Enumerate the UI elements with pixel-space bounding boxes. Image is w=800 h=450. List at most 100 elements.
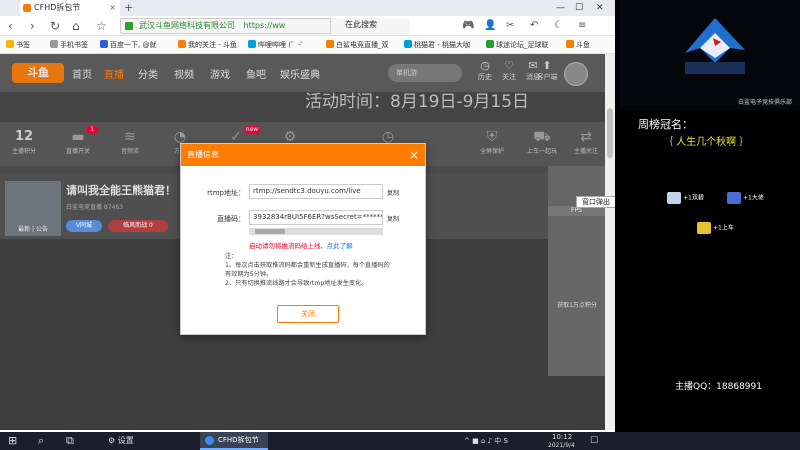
douyu-logo[interactable]: 斗鱼 — [12, 63, 64, 83]
tool-carpool[interactable]: ⛟ 上车一起玩 — [524, 128, 560, 155]
dialog-title: 直播信息 — [187, 150, 219, 159]
bookmark-item[interactable]: 桃猫君 - 桃猫大咖 — [404, 37, 470, 54]
room-thumbnail[interactable]: 最新 | 公告 — [5, 181, 61, 236]
nav-category[interactable]: 分类 — [138, 66, 158, 81]
copy-code-button[interactable]: 复制 — [387, 214, 399, 223]
team-name: 白鲨电子竞技俱乐部 — [737, 99, 792, 106]
nav-live[interactable]: 直播 — [104, 66, 124, 81]
bookmark-item[interactable]: 球迷论坛_足球联 — [486, 37, 549, 54]
popout-window-button[interactable]: 窗口弹出 — [576, 196, 615, 208]
gift-item: +1上车 — [697, 222, 734, 234]
home-button[interactable]: ⌂ — [72, 18, 80, 34]
scrollbar-thumb[interactable] — [607, 108, 613, 158]
search-icon[interactable]: ⌕ — [38, 432, 44, 450]
minimize-button[interactable]: — — [556, 0, 565, 16]
gift-item: +1双碧 — [667, 192, 704, 204]
undo-icon[interactable]: ↶ — [530, 18, 538, 34]
browser-window: CFHD拆包节 × + — ☐ ✕ ‹ › ↻ ⌂ ☆ 武汉斗鱼网络科技有限公司… — [0, 0, 615, 432]
side-promo[interactable]: 获取1万点积分 — [550, 300, 604, 309]
history-icon: ◷ — [480, 59, 490, 72]
battle-button[interactable]: 临风而战 0 — [108, 220, 168, 232]
bookmark-star-icon[interactable]: ☆ — [96, 18, 107, 34]
scissors-icon[interactable]: ✂ — [506, 18, 514, 34]
client-button[interactable]: ⬆ 客户端 — [536, 60, 558, 82]
game-icon[interactable]: 🎮 — [462, 18, 474, 34]
bookmark-item[interactable]: 哔哩哔哩 (゜-゜ — [248, 37, 307, 54]
tool-live-switch[interactable]: ▬ 直播开关 1 — [60, 126, 98, 155]
url-text: https://ww — [243, 21, 286, 30]
rtmp-label: rtmp地址： — [207, 189, 245, 197]
car-icon: ⛟ — [533, 129, 551, 145]
bookmark-item[interactable]: 书签 — [6, 37, 30, 54]
bookmark-item[interactable]: 我的关注 - 斗鱼 — [178, 37, 237, 54]
screen: CFHD拆包节 × + — ☐ ✕ ‹ › ↻ ⌂ ☆ 武汉斗鱼网络科技有限公司… — [0, 0, 800, 450]
lock-icon — [125, 22, 133, 30]
settings-taskbar-item[interactable]: ⚙ 设置 — [108, 432, 134, 450]
stream-code-field[interactable]: 3932834rBUI5F6ER?wsSecret=********** — [249, 210, 383, 225]
shark-logo-icon — [685, 18, 745, 74]
user-avatar[interactable] — [564, 62, 588, 86]
tab-active[interactable]: CFHD拆包节 × — [20, 0, 120, 16]
scrollbar-thumb[interactable] — [255, 229, 285, 234]
site-identity: 武汉斗鱼网络科技有限公司 — [139, 21, 235, 30]
night-mode-icon[interactable]: ☾ — [554, 18, 563, 34]
room-meta: 白鲨电竞直播 87463 — [66, 204, 123, 211]
forward-button[interactable]: › — [30, 18, 35, 34]
history-button[interactable]: ◷ 历史 — [474, 60, 496, 82]
start-button[interactable]: ⊞ — [8, 432, 17, 450]
dialog-notes: 注： 1、每次点击获取推流码都会重新生成直播码，每个直播码的有效期为5分钟。 2… — [225, 253, 390, 287]
search-placeholder: 在此搜索 — [345, 20, 377, 29]
warning-text: 启动请勿将推流码给上线, 点此了解 — [249, 242, 353, 250]
learn-more-link[interactable]: 点此了解 — [327, 242, 353, 250]
clock-date[interactable]: 2021/9/4 — [548, 437, 575, 450]
tab-close-icon[interactable]: × — [109, 0, 116, 16]
nav-yuba[interactable]: 鱼吧 — [246, 66, 266, 81]
follow-icon: ⇄ — [580, 129, 592, 145]
system-tray[interactable]: ^ ■ ⌂ ♪ 中 S — [464, 432, 508, 450]
nav-games[interactable]: 游戏 — [210, 66, 230, 81]
shield-icon: ⛨ — [486, 129, 498, 145]
app-icon — [205, 436, 214, 445]
page-scrollbar[interactable] — [605, 54, 615, 430]
task-view-icon[interactable]: ⧉ — [66, 432, 74, 450]
tool-follow[interactable]: ⇄ 主播关注 — [568, 128, 604, 155]
douyu-search-input[interactable]: 单机游 — [388, 64, 462, 82]
new-tab-button[interactable]: + — [124, 0, 133, 16]
tool-points[interactable]: 12 主播积分 — [6, 128, 42, 155]
bookmark-item[interactable]: 斗鱼 — [566, 37, 590, 54]
close-window-button[interactable]: ✕ — [596, 0, 604, 16]
user-icon[interactable]: 👤 — [484, 18, 496, 34]
search-input[interactable]: 在此搜索 — [330, 18, 410, 34]
nav-video[interactable]: 视频 — [174, 66, 194, 81]
tool-shield[interactable]: ⛨ 全屏保护 — [474, 128, 510, 155]
nav-gala[interactable]: 娱乐盛典 — [280, 66, 320, 81]
dialog-close-icon[interactable]: × — [409, 144, 419, 166]
maximize-button[interactable]: ☐ — [575, 0, 583, 16]
nav-home[interactable]: 首页 — [72, 66, 92, 81]
anchor-qq: 主播QQ：18868991 — [675, 382, 762, 392]
tool-audio[interactable]: ≋ 音频流 — [112, 128, 148, 155]
bookmark-item[interactable]: 百度一下, @就 — [100, 37, 156, 54]
stream-info-dialog: 直播信息 × rtmp地址： rtmp://sendtc3.douyu.com/… — [180, 143, 426, 335]
tab-title: CFHD拆包节 — [34, 3, 81, 12]
menu-icon[interactable]: ≡ — [578, 18, 586, 34]
bookmarks-bar: 书签 手机书签 百度一下, @就 我的关注 - 斗鱼 哔哩哔哩 (゜-゜ 白鲨电… — [0, 37, 615, 54]
reload-button[interactable]: ↻ — [50, 18, 60, 34]
back-button[interactable]: ‹ — [8, 18, 13, 34]
taskbar-app-douyu[interactable]: CFHD拆包节 — [200, 432, 268, 450]
top-fan-name: ｛ 人生几个秋啊 ｝ — [663, 137, 750, 148]
close-button[interactable]: 关闭 — [277, 305, 339, 323]
bookmark-item[interactable]: 白鲨电竞直播_双 — [326, 37, 389, 54]
follow-button[interactable]: ♡ 关注 — [498, 60, 520, 82]
bookmark-item[interactable]: 手机书签 — [50, 37, 88, 54]
tab-bar: CFHD拆包节 × + — ☐ ✕ — [0, 0, 615, 16]
rtmp-address-field[interactable]: rtmp://sendtc3.douyu.com/live — [249, 184, 383, 199]
event-time: 活动时间：8月19日-9月15日 — [305, 92, 530, 112]
dialog-header: 直播信息 × — [181, 144, 425, 166]
room-title: 请叫我全能王熊猫君！ — [66, 184, 176, 197]
notification-icon[interactable]: ☐ — [590, 432, 598, 450]
city-button[interactable]: V同城 — [66, 220, 102, 232]
code-field-scrollbar[interactable] — [249, 228, 383, 235]
copy-rtmp-button[interactable]: 复制 — [387, 188, 399, 197]
download-icon: ⬆ — [542, 59, 552, 72]
